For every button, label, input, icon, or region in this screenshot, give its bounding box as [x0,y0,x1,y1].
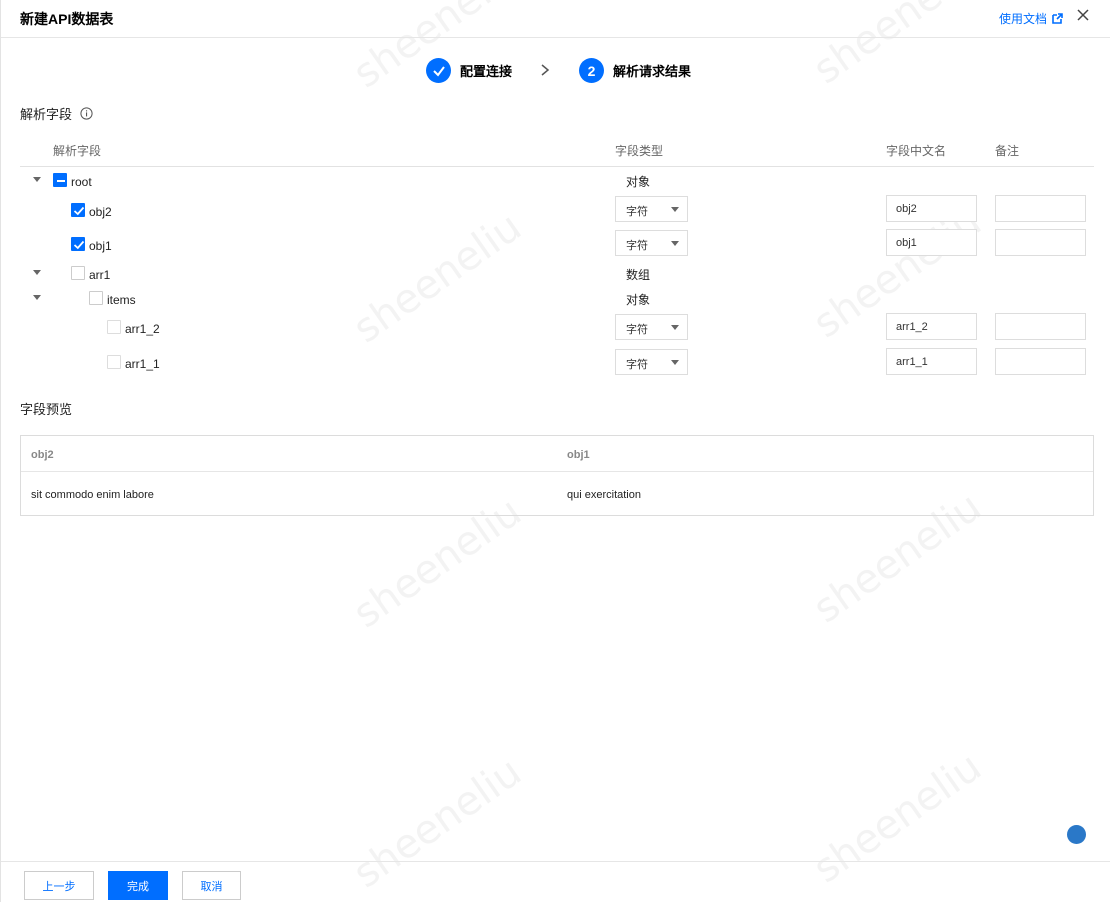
cn-name-input[interactable]: arr1_1 [886,348,977,375]
cancel-button[interactable]: 取消 [182,871,241,900]
preview-cell: sit commodo enim labore [31,489,154,501]
step-label: 解析请求结果 [613,64,692,79]
preview-cell: qui exercitation [567,489,641,501]
collapse-caret-icon[interactable] [33,270,41,275]
dialog-footer: 上一步 完成 取消 [1,861,1110,902]
step-configure-connection: 配置连接 [426,58,512,83]
preview-table-header: obj2 obj1 [21,436,1093,472]
collapse-caret-icon[interactable] [33,295,41,300]
arr1_2-checkbox[interactable] [107,320,121,334]
external-link-icon [1052,13,1063,24]
step-parse-result: 2 解析请求结果 [579,58,691,83]
select-value: 字符 [626,359,648,371]
field-type-text: 数组 [626,268,651,282]
step-number: 2 [579,58,604,83]
step-label: 配置连接 [460,64,513,79]
obj1-checkbox[interactable] [71,237,85,251]
field-preview-table: obj2 obj1 sit commodo enim labore qui ex… [20,435,1094,516]
tree-row-obj2: obj2 字符 obj2 [20,194,1094,224]
field-type-select[interactable]: 字符 [615,196,688,222]
arr1_1-checkbox[interactable] [107,355,121,369]
section-title-text: 解析字段 [20,107,73,122]
remark-input[interactable] [995,313,1086,340]
field-type-select[interactable]: 字符 [615,314,688,340]
field-name: arr1_2 [125,322,160,336]
dropdown-caret-icon [671,360,679,365]
cn-name-input[interactable]: arr1_2 [886,313,977,340]
parse-fields-title: 解析字段 [20,104,93,123]
select-value: 字符 [626,240,648,252]
select-value: 字符 [626,206,648,218]
field-name: obj1 [89,239,112,253]
collapse-caret-icon[interactable] [33,177,41,182]
chevron-right-icon [541,64,550,76]
cn-name-input[interactable]: obj1 [886,229,977,256]
dropdown-caret-icon [671,241,679,246]
root-checkbox[interactable] [53,173,67,187]
field-type-text: 对象 [626,293,651,307]
col-type: 字段类型 [615,144,664,158]
select-value: 字符 [626,324,648,336]
tree-row-arr1_1: arr1_1 字符 arr1_1 [20,347,1094,377]
docs-link[interactable]: 使用文档 [999,10,1063,27]
dialog-header: 新建API数据表 使用文档 [1,0,1110,38]
arr1-checkbox[interactable] [71,266,85,280]
preview-col-header: obj1 [567,449,590,461]
stepper: 配置连接 2 解析请求结果 [1,58,1110,84]
dropdown-caret-icon [671,207,679,212]
close-icon[interactable] [1075,7,1091,23]
prev-step-button[interactable]: 上一步 [24,871,94,900]
col-field: 解析字段 [53,144,102,158]
table-row: sit commodo enim labore qui exercitation [21,472,1093,516]
remark-input[interactable] [995,348,1086,375]
field-name: items [107,293,136,307]
cn-name-input[interactable]: obj2 [886,195,977,222]
obj2-checkbox[interactable] [71,203,85,217]
remark-input[interactable] [995,195,1086,222]
fields-table-header: 解析字段 字段类型 字段中文名 备注 [20,134,1094,167]
info-icon[interactable] [80,107,93,120]
dropdown-caret-icon [671,325,679,330]
field-name: arr1_1 [125,357,160,371]
field-type-select[interactable]: 字符 [615,230,688,256]
col-remark: 备注 [995,144,1020,158]
tree-row-arr1_2: arr1_2 字符 arr1_2 [20,312,1094,342]
field-type-text: 对象 [626,175,651,189]
floating-help-button[interactable] [1067,825,1086,844]
items-checkbox[interactable] [89,291,103,305]
create-api-table-dialog: sheeneliu sheeneliu sheeneliu sheeneliu … [0,0,1110,902]
finish-button[interactable]: 完成 [108,871,168,900]
field-name: arr1 [89,268,111,282]
field-name: root [71,175,92,189]
docs-link-label: 使用文档 [998,12,1047,26]
tree-row-items: items 对象 [20,284,1094,314]
preview-col-header: obj2 [31,449,54,461]
dialog-title: 新建API数据表 [20,11,114,27]
remark-input[interactable] [995,229,1086,256]
tree-row-obj1: obj1 字符 obj1 [20,228,1094,258]
field-preview-title: 字段预览 [20,399,72,418]
field-type-select[interactable]: 字符 [615,349,688,375]
field-name: obj2 [89,205,112,219]
section-title-text: 字段预览 [20,402,73,417]
tree-row-root: root 对象 [20,166,1094,196]
col-cn-name: 字段中文名 [886,144,947,158]
step-done-icon [426,58,451,83]
